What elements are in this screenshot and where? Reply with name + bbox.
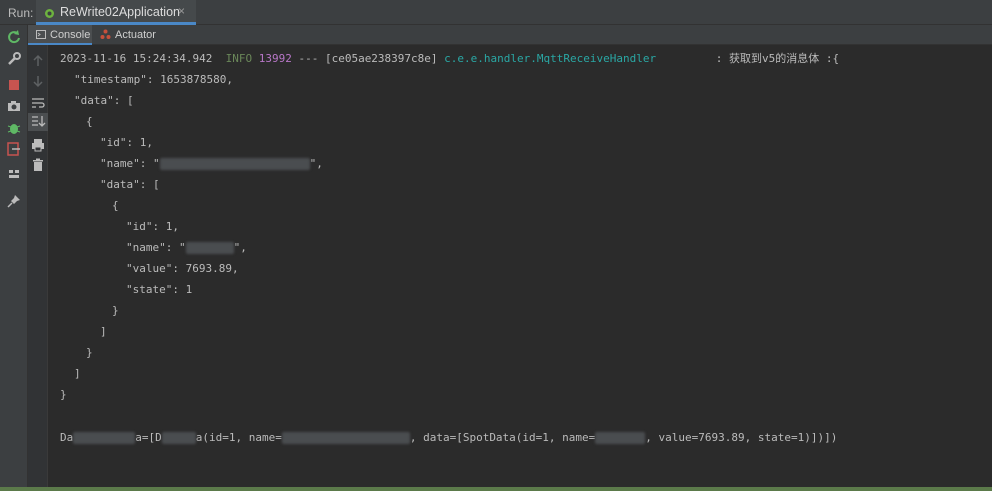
tab-console[interactable]: Console: [28, 25, 92, 45]
redacted-text: [161, 432, 196, 444]
actuator-icon: [100, 29, 111, 39]
soft-wrap-icon[interactable]: [30, 95, 46, 111]
tab-console-label: Console: [50, 29, 91, 41]
json-line: "data": [: [100, 178, 160, 191]
run-tab[interactable]: ReWrite02Application ×: [36, 0, 196, 25]
redacted-text: [159, 158, 310, 170]
pin-icon[interactable]: [6, 193, 22, 209]
json-line: {: [112, 199, 119, 212]
json-line: "state": 1: [126, 283, 193, 296]
redacted-text: [185, 242, 234, 254]
down-arrow-icon[interactable]: [30, 73, 46, 89]
log-header-line: 2023-11-16 15:24:34.942 INFO 13992 --- […: [60, 52, 839, 66]
layout-icon[interactable]: [6, 166, 22, 182]
json-name-line: "name": " ",: [100, 157, 323, 170]
json-line: }: [112, 304, 119, 317]
json-line: }: [60, 388, 67, 401]
log-timestamp: 2023-11-16 15:24:34.942: [60, 52, 213, 65]
json-line: "data": [: [74, 94, 134, 107]
rerun-icon[interactable]: [6, 29, 22, 45]
console-output[interactable]: 2023-11-16 15:24:34.942 INFO 13992 --- […: [48, 45, 992, 491]
console-side-toolbar: [28, 45, 48, 491]
log-logger: c.e.e.handler.MqttReceiveHandler: [444, 52, 657, 65]
json-line: "id": 1,: [100, 136, 153, 149]
run-label: Run:: [8, 6, 34, 20]
status-strip: [0, 487, 992, 491]
log-pid: 13992: [258, 52, 292, 65]
console-tab-bar: Console Actuator: [28, 25, 992, 45]
json-line: {: [86, 115, 93, 128]
trash-icon[interactable]: [30, 157, 46, 173]
print-icon[interactable]: [30, 137, 46, 153]
run-side-toolbar: [0, 25, 28, 491]
redacted-text: [73, 432, 136, 444]
console-icon: [36, 30, 46, 39]
json-line: }: [86, 346, 93, 359]
run-toolbar: Run: ReWrite02Application ×: [0, 0, 992, 25]
log-thread: [ce05ae238397c8e]: [324, 52, 438, 65]
tab-actuator[interactable]: Actuator: [94, 25, 164, 45]
wrench-icon[interactable]: [6, 51, 22, 67]
log-message: : 获取到v5的消息体 :{: [715, 52, 840, 65]
run-tab-title: ReWrite02Application: [60, 5, 180, 19]
spring-app-icon: [45, 9, 54, 18]
camera-icon[interactable]: [6, 98, 22, 114]
exit-icon[interactable]: [6, 141, 22, 157]
log-level: INFO: [225, 52, 253, 65]
redacted-text: [281, 432, 410, 444]
tab-actuator-label: Actuator: [115, 29, 156, 41]
json-line: ]: [74, 367, 81, 380]
json-line: ]: [100, 325, 107, 338]
up-arrow-icon[interactable]: [30, 53, 46, 69]
json-line: "value": 7693.89,: [126, 262, 239, 275]
log-separator: ---: [298, 52, 319, 65]
scroll-to-end-icon[interactable]: [28, 113, 48, 131]
data-tostring-line: Da a=[D a(id=1, name=, data=[SpotData(id=1…: [60, 431, 838, 444]
debug-icon[interactable]: [6, 120, 22, 136]
json-name-line: "name": " ",: [126, 241, 247, 254]
json-line: "id": 1,: [126, 220, 179, 233]
stop-icon[interactable]: [6, 77, 22, 93]
json-line: "timestamp": 1653878580,: [74, 73, 233, 86]
close-icon[interactable]: ×: [178, 4, 185, 18]
redacted-text: [595, 432, 646, 444]
